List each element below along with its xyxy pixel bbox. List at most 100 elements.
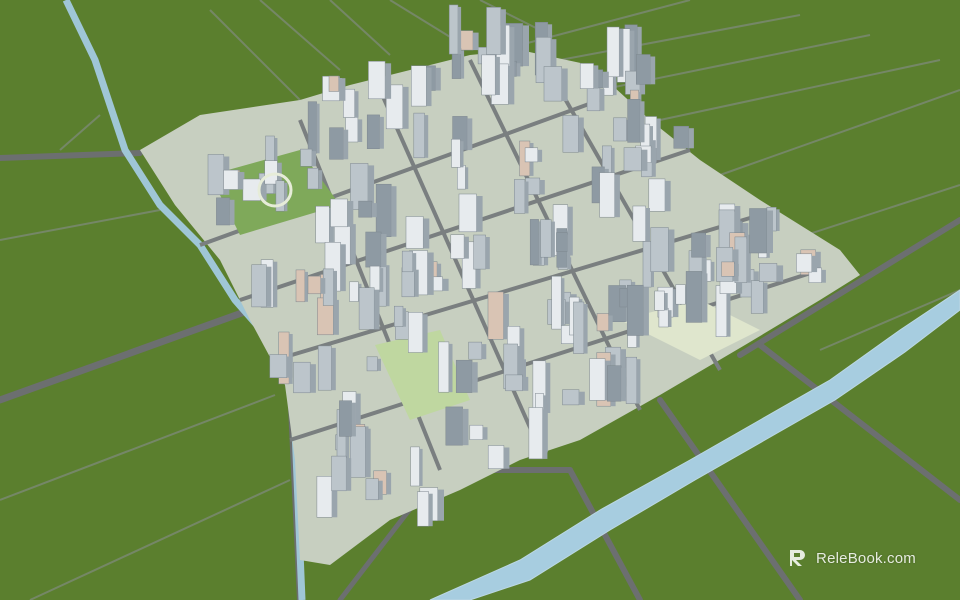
tower-shade bbox=[378, 480, 383, 500]
tower-block bbox=[613, 117, 627, 142]
tower-block bbox=[514, 179, 526, 214]
tower-block bbox=[445, 406, 463, 446]
tower-shade bbox=[811, 255, 818, 273]
tower-block bbox=[626, 284, 644, 336]
tower-block bbox=[486, 7, 502, 55]
tower-block bbox=[749, 208, 768, 254]
tower-block bbox=[623, 147, 642, 172]
tower-block bbox=[573, 301, 585, 354]
tower-shade bbox=[347, 201, 354, 227]
tower-shade bbox=[412, 253, 417, 272]
tower-block bbox=[450, 234, 465, 259]
watermark-brand: ReleBook.com bbox=[816, 549, 916, 567]
tower-shade bbox=[286, 356, 293, 378]
tower-shade bbox=[503, 447, 510, 469]
tower-block bbox=[473, 234, 486, 270]
tower-shade bbox=[346, 458, 352, 491]
tower-shade bbox=[485, 237, 490, 270]
tower-block bbox=[316, 476, 333, 518]
city-render: ReleBook.com bbox=[0, 0, 960, 600]
tower-block bbox=[365, 478, 379, 501]
tower-block bbox=[750, 280, 764, 314]
tower-shade bbox=[385, 63, 392, 99]
tower-shade bbox=[419, 448, 423, 486]
tower-shade bbox=[422, 314, 428, 353]
tower-shade bbox=[664, 293, 668, 311]
tower-shade bbox=[613, 75, 617, 96]
city-model-scene bbox=[0, 0, 960, 600]
tower-block bbox=[293, 361, 311, 394]
tower-shade bbox=[414, 269, 419, 297]
tower-block bbox=[654, 290, 665, 311]
tower-shade bbox=[340, 244, 346, 292]
tower-shade bbox=[460, 141, 464, 168]
tower-shade bbox=[668, 229, 675, 272]
tower-block bbox=[331, 455, 347, 492]
tower-shade bbox=[645, 208, 650, 242]
tower-block bbox=[365, 231, 382, 268]
tower-block bbox=[487, 291, 504, 340]
tower-block bbox=[505, 374, 523, 392]
tower-block bbox=[410, 446, 420, 487]
tower-block bbox=[401, 267, 415, 298]
tower-block bbox=[307, 275, 321, 295]
tower-block bbox=[458, 193, 477, 233]
tower-block bbox=[295, 269, 306, 303]
tower-block bbox=[307, 101, 317, 154]
tower-shade bbox=[357, 119, 363, 142]
tower-block bbox=[540, 219, 552, 258]
tower-shade bbox=[651, 148, 657, 163]
tower-block bbox=[673, 125, 689, 149]
tower-shade bbox=[763, 282, 768, 314]
tower-shade bbox=[537, 149, 543, 162]
tower-block bbox=[401, 250, 413, 273]
tower-block bbox=[589, 358, 606, 401]
tower-block bbox=[358, 200, 373, 218]
tower-shade bbox=[542, 409, 548, 459]
tower-block bbox=[481, 54, 496, 96]
tower-shade bbox=[381, 234, 387, 268]
tower-shade bbox=[386, 265, 390, 307]
tower-shade bbox=[821, 269, 826, 283]
tower-shade bbox=[668, 310, 672, 327]
tower-block bbox=[468, 341, 482, 360]
tower-shade bbox=[522, 376, 529, 391]
tower-shade bbox=[476, 196, 483, 232]
tower-block bbox=[329, 127, 344, 160]
tower-block bbox=[264, 160, 278, 185]
tower-shade bbox=[365, 428, 371, 478]
tower-shade bbox=[776, 265, 784, 282]
tower-shade bbox=[462, 408, 469, 446]
tower-block bbox=[366, 114, 380, 149]
tower-shade bbox=[711, 261, 715, 282]
tower-block bbox=[685, 271, 703, 323]
tower-block bbox=[375, 183, 392, 237]
tower-shade bbox=[621, 367, 626, 402]
tower-block bbox=[330, 198, 348, 228]
tower-shade bbox=[304, 271, 308, 302]
tower-shade bbox=[354, 91, 359, 118]
tower-shade bbox=[705, 235, 711, 258]
tower-shade bbox=[561, 278, 565, 330]
tower-block bbox=[413, 112, 425, 159]
tower-shade bbox=[312, 151, 316, 167]
tower-block bbox=[606, 26, 620, 78]
tower-shade bbox=[229, 199, 235, 225]
tower-shade bbox=[539, 180, 545, 195]
tower-shade bbox=[472, 362, 478, 393]
tower-block bbox=[648, 178, 666, 212]
tower-shade bbox=[426, 67, 432, 107]
tower-shade bbox=[688, 128, 694, 149]
tower-block bbox=[451, 138, 461, 168]
tower-shade bbox=[379, 268, 384, 292]
tower-shade bbox=[599, 88, 605, 111]
tower-shade bbox=[379, 116, 384, 149]
tower-shade bbox=[776, 209, 780, 231]
tower-shade bbox=[656, 118, 661, 161]
tower-block bbox=[216, 197, 231, 226]
tower-block bbox=[556, 232, 568, 252]
tower-block bbox=[455, 359, 473, 393]
tower-shade bbox=[482, 427, 488, 440]
tower-block bbox=[579, 63, 594, 89]
tower-block bbox=[607, 365, 622, 402]
